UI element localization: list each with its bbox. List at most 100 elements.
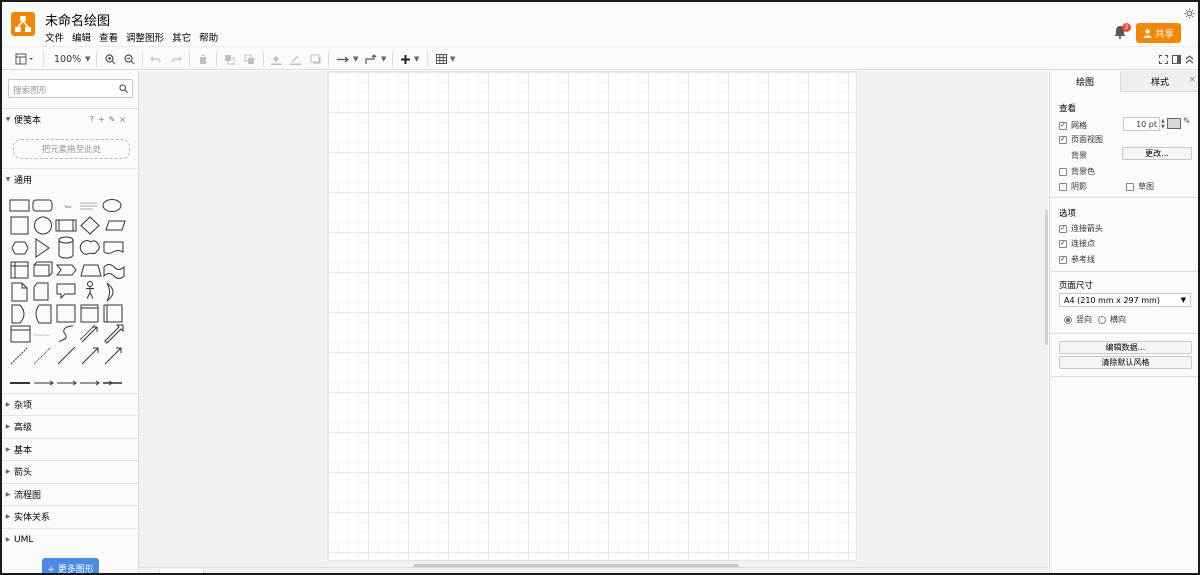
drawio-logo-icon[interactable]	[11, 12, 35, 36]
search-icon[interactable]	[119, 84, 128, 93]
help-icon[interactable]: ?	[90, 115, 98, 124]
waypoints-dropdown[interactable]: ▼	[365, 51, 386, 67]
uml-section-header[interactable]: ▶ UML	[2, 528, 138, 550]
vertical-scrollbar[interactable]	[1045, 210, 1048, 345]
grid-color-swatch[interactable]	[1167, 118, 1181, 129]
toolbar-separator	[43, 51, 44, 67]
notification-badge: 2	[1122, 23, 1131, 32]
fill-color-icon[interactable]	[271, 51, 282, 67]
grid-size-stepper[interactable]: ▲ ▼	[1161, 118, 1165, 130]
basic-section-header[interactable]: ▶ 基本	[2, 438, 138, 460]
panel-toggle-icon[interactable]	[15, 51, 35, 67]
er-section-header[interactable]: ▶ 实体关系	[2, 505, 138, 527]
redo-icon[interactable]	[171, 51, 182, 67]
share-button[interactable]: 共享	[1136, 23, 1181, 43]
sketch-checkbox[interactable]	[1126, 182, 1134, 191]
change-background-button[interactable]: 更改...	[1122, 147, 1192, 160]
shadow-option[interactable]: 阴影	[1059, 181, 1087, 192]
section-title: UML	[14, 534, 34, 545]
close-icon[interactable]: ×	[119, 115, 130, 124]
menu-extras[interactable]: 其它	[172, 30, 191, 44]
scratchpad-dropzone[interactable]: 把元素拖至此处	[13, 139, 130, 159]
tab-style[interactable]: 样式 ×	[1120, 71, 1198, 92]
svg-text:Text: Text	[64, 204, 72, 209]
menu-view[interactable]: 查看	[99, 30, 118, 44]
section-title: 流程图	[14, 491, 42, 501]
arrows-section-header[interactable]: ▶ 箭头	[2, 460, 138, 482]
page-tabs-bar	[139, 567, 1048, 573]
connection-points-option[interactable]: ✓ 连接点	[1059, 238, 1095, 249]
shadow-label: 阴影	[1071, 182, 1087, 191]
zoom-value: 100%	[54, 53, 82, 65]
scratchpad-header[interactable]: ▼ 便笺本 ?+✎×	[2, 108, 138, 130]
to-back-icon[interactable]	[244, 51, 255, 67]
landscape-option[interactable]: 横向	[1098, 314, 1126, 325]
to-front-icon[interactable]	[224, 51, 235, 67]
general-shapes-palette[interactable]: Text Curved line	[9, 195, 131, 392]
search-input[interactable]: 搜索图形	[8, 79, 133, 98]
insert-dropdown[interactable]: ▼	[400, 51, 419, 67]
svg-text:Curved line: Curved line	[34, 333, 50, 337]
portrait-radio[interactable]	[1064, 315, 1072, 324]
section-divider	[1050, 333, 1198, 334]
menu-edit[interactable]: 编辑	[72, 30, 91, 44]
zoom-out-icon[interactable]	[124, 51, 135, 67]
trash-icon[interactable]	[198, 51, 208, 67]
connection-arrows-option[interactable]: ✓ 连接箭头	[1059, 223, 1103, 234]
portrait-option[interactable]: 竖向	[1064, 314, 1092, 325]
format-panel-toggle-icon[interactable]	[1172, 51, 1181, 67]
landscape-radio[interactable]	[1098, 315, 1106, 324]
sketch-option[interactable]: 草图	[1126, 181, 1154, 192]
connection-points-checkbox[interactable]: ✓	[1059, 239, 1067, 248]
page-tab[interactable]	[159, 569, 204, 573]
tab-diagram[interactable]: 绘图	[1050, 71, 1120, 92]
general-section-header[interactable]: ▼ 通用	[2, 168, 138, 190]
document-title[interactable]: 未命名绘图	[45, 10, 110, 29]
zoom-dropdown[interactable]: 100% ▼	[54, 51, 91, 67]
fullscreen-icon[interactable]	[1159, 51, 1168, 67]
grid-size-input[interactable]: 10 pt	[1123, 117, 1160, 131]
close-icon[interactable]: ×	[1188, 75, 1196, 85]
edit-icon[interactable]: ✎	[109, 115, 120, 124]
page-view-checkbox[interactable]: ✓	[1059, 135, 1067, 144]
flowchart-section-header[interactable]: ▶ 流程图	[2, 483, 138, 505]
connection-style-dropdown[interactable]: ▼	[337, 51, 358, 67]
misc-section-header[interactable]: ▶ 杂项	[2, 393, 138, 415]
chevron-down-icon: ▼	[85, 55, 91, 63]
background-color-checkbox[interactable]	[1059, 167, 1067, 176]
search-placeholder: 搜索图形	[13, 86, 48, 96]
guides-option[interactable]: ✓ 参考线	[1059, 254, 1095, 265]
menu-help[interactable]: 帮助	[199, 30, 218, 44]
guides-checkbox[interactable]: ✓	[1059, 255, 1067, 264]
menu-file[interactable]: 文件	[45, 30, 64, 44]
menu-arrange[interactable]: 调整图形	[126, 30, 164, 44]
page-view-option[interactable]: ✓ 页面视图	[1059, 134, 1103, 145]
paper-size-select[interactable]: A4 (210 mm x 297 mm) ▼	[1059, 293, 1191, 307]
background-color-option[interactable]: 背景色	[1059, 166, 1095, 177]
toolbar-separator	[96, 51, 97, 67]
eyedropper-icon[interactable]: ✎	[1183, 117, 1191, 127]
chevron-down-icon: ▼	[1180, 296, 1186, 304]
collapse-icon[interactable]	[1185, 51, 1194, 67]
add-icon[interactable]: +	[98, 115, 109, 124]
edit-data-button[interactable]: 编辑数据...	[1059, 341, 1192, 354]
arrow-right-icon	[337, 56, 349, 62]
drawing-page[interactable]	[327, 71, 857, 561]
diagram-canvas[interactable]	[139, 71, 1048, 567]
section-divider	[1050, 376, 1198, 377]
shadow-icon[interactable]	[310, 51, 321, 67]
clear-default-style-button[interactable]: 清除默认风格	[1059, 356, 1192, 369]
more-shapes-button[interactable]: + 更多图形	[42, 558, 99, 573]
sun-icon[interactable]	[1184, 8, 1195, 19]
toolbar-separator	[142, 51, 143, 67]
advanced-section-header[interactable]: ▶ 高级	[2, 415, 138, 437]
line-color-icon[interactable]	[290, 51, 301, 67]
undo-icon[interactable]	[150, 51, 161, 67]
plus-icon	[401, 54, 410, 64]
grid-checkbox[interactable]: ✓	[1059, 121, 1067, 130]
grid-option[interactable]: ✓ 网格	[1059, 120, 1087, 131]
connection-arrows-checkbox[interactable]: ✓	[1059, 224, 1067, 233]
zoom-in-icon[interactable]	[105, 51, 116, 67]
shadow-checkbox[interactable]	[1059, 182, 1067, 191]
table-dropdown[interactable]: ▼	[436, 51, 455, 67]
